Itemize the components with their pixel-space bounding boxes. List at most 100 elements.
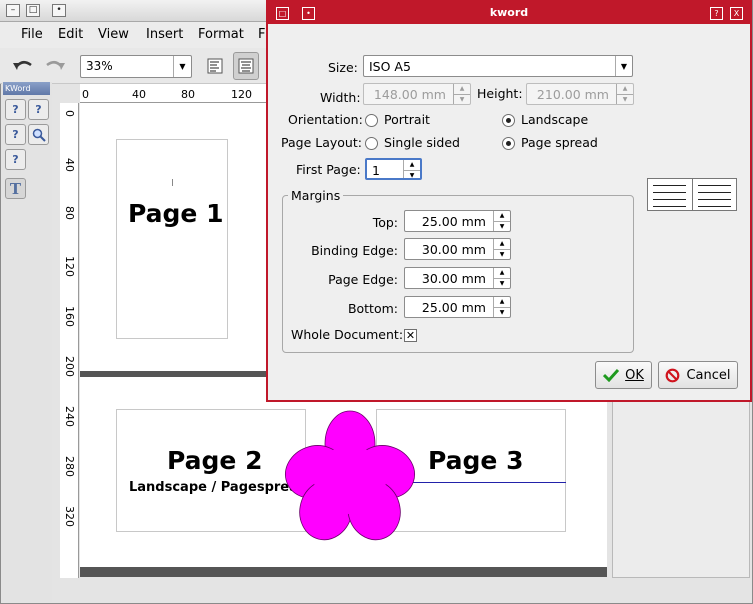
ruler-label: 320 xyxy=(63,506,76,527)
docker-panel xyxy=(612,400,750,578)
spin-down-icon[interactable]: ▼ xyxy=(404,170,420,180)
preview-line xyxy=(698,199,731,200)
margins-title: Margins xyxy=(288,188,344,203)
first-page-spinbox[interactable]: 1 ▲ ▼ xyxy=(365,158,422,180)
chevron-down-icon[interactable]: ▼ xyxy=(173,56,191,77)
bottom-margin-value: 25.00 mm xyxy=(421,300,486,315)
redo-button[interactable] xyxy=(42,52,68,80)
ruler-label: 120 xyxy=(231,88,252,101)
ruler-label: 0 xyxy=(63,110,76,117)
dialog-title: kword xyxy=(489,6,529,19)
preview-line xyxy=(698,185,731,186)
width-label: Width: xyxy=(320,90,361,105)
binding-edge-label: Binding Edge: xyxy=(311,243,398,258)
preview-line xyxy=(653,185,686,186)
spin-up-icon[interactable]: ▲ xyxy=(494,268,510,278)
spin-down-icon[interactable]: ▼ xyxy=(494,221,510,231)
bottom-margin-spinbox[interactable]: 25.00 mm ▲ ▼ xyxy=(404,296,511,318)
ruler-label: 280 xyxy=(63,456,76,477)
preview-divider xyxy=(692,179,693,210)
menu-view[interactable]: View xyxy=(98,27,129,42)
spin-down-icon[interactable]: ▼ xyxy=(494,307,510,317)
tool-question-4[interactable]: ? xyxy=(5,149,26,170)
menu-edit[interactable]: Edit xyxy=(58,27,83,42)
window-menu-icon[interactable]: □ xyxy=(276,7,289,20)
help-icon[interactable]: ? xyxy=(710,7,723,20)
sticky-icon[interactable]: • xyxy=(52,4,66,17)
menu-file[interactable]: File xyxy=(21,27,43,42)
tool-question-2[interactable]: ? xyxy=(28,99,49,120)
zoom-tool[interactable] xyxy=(28,124,49,145)
single-sided-radio[interactable] xyxy=(365,137,378,150)
cancel-button[interactable]: Cancel xyxy=(658,361,738,389)
ruler-label: 120 xyxy=(63,256,76,277)
spin-up-icon[interactable]: ▲ xyxy=(494,239,510,249)
text-tool[interactable]: T xyxy=(5,178,26,199)
align-center-icon xyxy=(238,58,254,74)
landscape-label[interactable]: Landscape xyxy=(521,112,588,127)
binding-edge-spinbox[interactable]: 30.00 mm ▲ ▼ xyxy=(404,238,511,260)
align-left-button[interactable] xyxy=(202,52,228,80)
binding-edge-value: 30.00 mm xyxy=(421,242,486,257)
minimize-icon[interactable]: – xyxy=(6,4,20,17)
preview-line xyxy=(698,192,731,193)
undo-button[interactable] xyxy=(10,52,36,80)
orientation-label: Orientation: xyxy=(288,112,363,127)
help-icon: ? xyxy=(12,153,19,166)
top-margin-spinbox[interactable]: 25.00 mm ▲ ▼ xyxy=(404,210,511,232)
zoom-combo[interactable]: 33% ▼ xyxy=(80,55,192,78)
vertical-ruler[interactable]: 0 40 80 120 160 200 240 280 320 xyxy=(60,103,79,578)
width-spinbox: 148.00 mm ▲ ▼ xyxy=(363,83,471,105)
ruler-label: 0 xyxy=(82,88,89,101)
menu-format[interactable]: Format xyxy=(198,27,244,42)
size-combo[interactable]: ISO A5 ▼ xyxy=(363,55,633,77)
cancel-icon xyxy=(666,368,680,382)
spin-down-icon[interactable]: ▼ xyxy=(494,278,510,288)
tool-question-3[interactable]: ? xyxy=(5,124,26,145)
spin-down-icon[interactable]: ▼ xyxy=(494,249,510,259)
portrait-label[interactable]: Portrait xyxy=(384,112,430,127)
preview-line xyxy=(653,206,686,207)
sticky-icon[interactable]: • xyxy=(302,7,315,20)
toolbox-title: KWord xyxy=(3,82,50,95)
ruler-label: 40 xyxy=(132,88,146,101)
spin-up-icon[interactable]: ▲ xyxy=(494,297,510,307)
ok-button[interactable]: OK xyxy=(595,361,652,389)
chevron-down-icon[interactable]: ▼ xyxy=(615,56,632,76)
single-sided-label[interactable]: Single sided xyxy=(384,135,460,150)
spin-up-icon[interactable]: ▲ xyxy=(494,211,510,221)
text-tool-icon: T xyxy=(9,179,22,198)
landscape-radio[interactable] xyxy=(502,114,515,127)
page-2-label: Page 2 xyxy=(167,446,263,475)
whole-document-label: Whole Document: xyxy=(291,327,404,342)
dialog-titlebar: kword □ • ? X xyxy=(268,2,750,24)
menu-insert[interactable]: Insert xyxy=(146,27,183,42)
bottom-margin-label: Bottom: xyxy=(347,301,398,316)
align-center-button[interactable] xyxy=(233,52,259,80)
page-edge-spinbox[interactable]: 30.00 mm ▲ ▼ xyxy=(404,267,511,289)
page-spread-radio[interactable] xyxy=(502,137,515,150)
spin-up-icon: ▲ xyxy=(622,85,628,92)
ruler-label: 200 xyxy=(63,356,76,377)
spin-up-icon[interactable]: ▲ xyxy=(404,160,420,170)
ruler-label: 80 xyxy=(181,88,195,101)
flower-shape[interactable] xyxy=(280,410,420,542)
size-value: ISO A5 xyxy=(369,59,411,74)
align-left-icon xyxy=(207,58,223,74)
first-page-value: 1 xyxy=(372,163,380,178)
maximize-icon[interactable]: □ xyxy=(26,4,40,17)
undo-icon xyxy=(13,60,32,70)
whole-document-checkbox[interactable]: ✕ xyxy=(404,329,417,342)
close-icon[interactable]: X xyxy=(730,7,743,20)
help-icon: ? xyxy=(12,103,19,116)
tool-question-1[interactable]: ? xyxy=(5,99,26,120)
first-page-label: First Page: xyxy=(296,162,361,177)
page-1-label: Page 1 xyxy=(128,199,224,228)
page-spread-label[interactable]: Page spread xyxy=(521,135,598,150)
page-1[interactable] xyxy=(116,139,228,339)
redo-icon xyxy=(46,60,65,70)
menu-more[interactable]: F xyxy=(258,27,265,42)
portrait-radio[interactable] xyxy=(365,114,378,127)
top-margin-label: Top: xyxy=(372,215,398,230)
cancel-label: Cancel xyxy=(686,367,731,383)
